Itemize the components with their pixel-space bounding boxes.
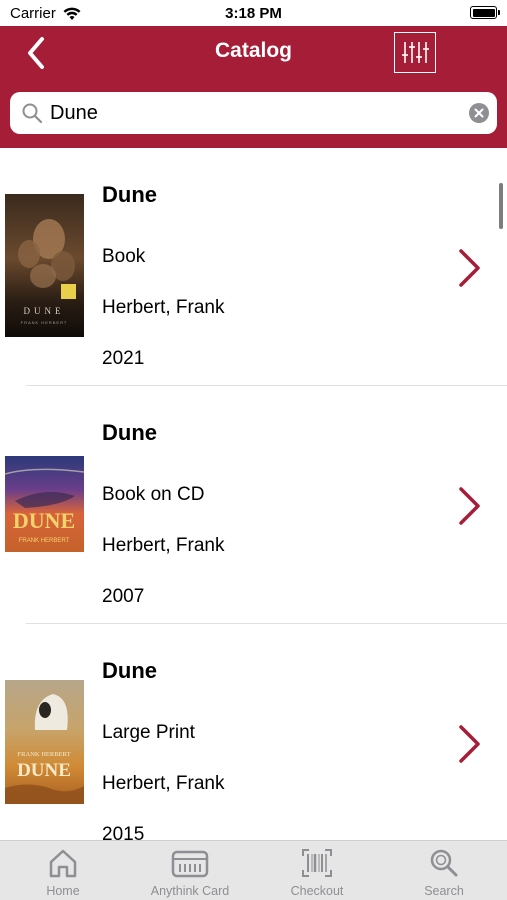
tab-label: Checkout — [290, 884, 344, 898]
svg-text:FRANK HERBERT: FRANK HERBERT — [21, 320, 68, 325]
scrollbar[interactable] — [499, 183, 503, 229]
chevron-right-icon — [459, 725, 480, 763]
tab-label: Home — [46, 884, 80, 898]
list-item[interactable]: DUNE FRANK HERBERT Dune Book on CD Herbe… — [0, 386, 507, 624]
home-icon — [49, 849, 77, 878]
chevron-right-icon — [459, 487, 480, 525]
filter-button[interactable] — [394, 32, 436, 73]
item-year: 2021 — [102, 348, 145, 369]
search-icon — [430, 849, 458, 877]
sliders-icon — [402, 42, 429, 63]
item-author: Herbert, Frank — [102, 773, 225, 794]
status-bar: Carrier 3:18 PM — [0, 0, 507, 26]
cover-title-text: DUNE — [13, 508, 75, 533]
tab-label: Search — [424, 884, 464, 898]
list-item[interactable]: FRANK HERBERT DUNE Dune Large Print Herb… — [0, 624, 507, 840]
nav-bar: Catalog — [0, 26, 507, 148]
item-format: Book — [102, 246, 146, 267]
tab-search[interactable]: Search — [381, 841, 507, 900]
cover-title-text: DUNE — [24, 306, 65, 316]
tab-checkout[interactable]: Checkout — [254, 841, 380, 900]
cover-title-text: DUNE — [17, 760, 71, 781]
list-item[interactable]: DUNE FRANK HERBERT Dune Book Herbert, Fr… — [0, 148, 507, 386]
battery-icon — [470, 6, 500, 19]
item-title: Dune — [102, 658, 157, 683]
book-cover: DUNE FRANK HERBERT — [5, 456, 84, 552]
barcode-icon — [302, 849, 332, 877]
results-list[interactable]: DUNE FRANK HERBERT Dune Book Herbert, Fr… — [0, 148, 507, 840]
item-title: Dune — [102, 182, 157, 207]
search-icon — [22, 103, 43, 124]
tab-home[interactable]: Home — [0, 841, 126, 900]
tab-anythink-card[interactable]: Anythink Card — [127, 841, 253, 900]
book-cover: DUNE FRANK HERBERT — [5, 194, 84, 337]
book-cover: FRANK HERBERT DUNE — [5, 680, 84, 804]
svg-text:FRANK HERBERT: FRANK HERBERT — [18, 751, 71, 758]
tab-bar: Home Anythink Card Checkout Search — [0, 840, 507, 900]
item-year: 2015 — [102, 824, 145, 840]
item-format: Large Print — [102, 722, 195, 743]
clear-icon — [474, 108, 484, 118]
status-time: 3:18 PM — [225, 5, 282, 22]
item-format: Book on CD — [102, 484, 205, 505]
search-input[interactable] — [50, 98, 450, 128]
item-title: Dune — [102, 420, 157, 445]
clear-search-button[interactable] — [469, 103, 489, 123]
tab-label: Anythink Card — [150, 884, 230, 898]
item-year: 2007 — [102, 586, 145, 607]
svg-text:FRANK HERBERT: FRANK HERBERT — [19, 538, 70, 544]
card-icon — [171, 850, 209, 878]
item-author: Herbert, Frank — [102, 297, 225, 318]
item-author: Herbert, Frank — [102, 535, 225, 556]
chevron-right-icon — [459, 249, 480, 287]
search-bar — [10, 92, 497, 134]
